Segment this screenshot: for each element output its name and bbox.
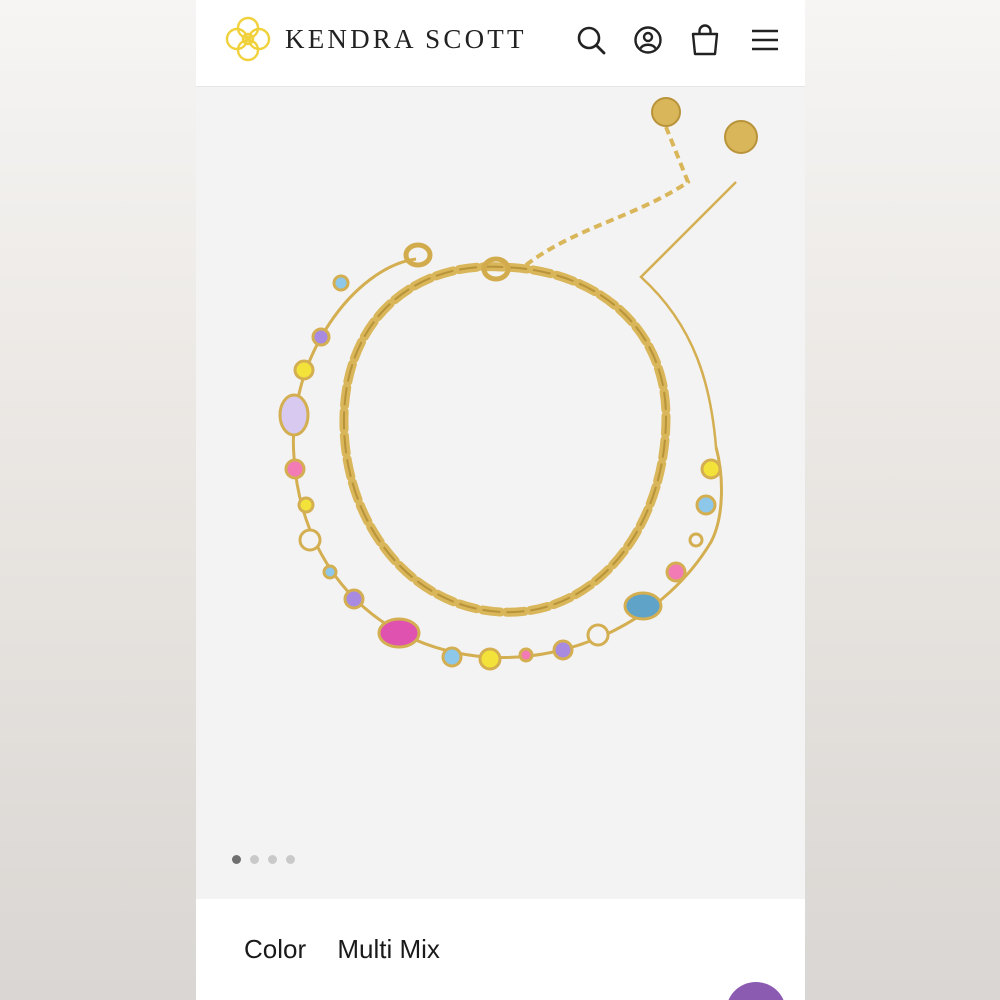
carousel-dot-2[interactable] xyxy=(250,855,259,864)
background-blur-left xyxy=(0,0,196,1000)
site-header: KENDRA SCOTT xyxy=(196,0,805,87)
color-value: Multi Mix xyxy=(337,934,440,964)
search-icon[interactable] xyxy=(573,22,609,58)
color-selector: Color Multi Mix xyxy=(244,934,440,965)
menu-icon[interactable] xyxy=(747,22,783,58)
carousel-dot-4[interactable] xyxy=(286,855,295,864)
background-blur-right xyxy=(805,0,1000,1000)
carousel-dot-3[interactable] xyxy=(268,855,277,864)
bracelet-product-image xyxy=(278,97,758,671)
chat-button[interactable] xyxy=(726,982,786,1000)
mobile-page: KENDRA SCOTT Color Multi Mix xyxy=(196,0,805,1000)
carousel-dot-1[interactable] xyxy=(232,855,241,864)
shopping-bag-icon[interactable] xyxy=(687,22,723,58)
brand-wordmark[interactable]: KENDRA SCOTT xyxy=(285,24,527,55)
brand-logo-icon[interactable] xyxy=(222,13,274,65)
carousel-pagination xyxy=(232,851,304,864)
product-image-carousel[interactable] xyxy=(196,87,805,899)
account-icon[interactable] xyxy=(630,22,666,58)
color-label: Color xyxy=(244,934,307,964)
